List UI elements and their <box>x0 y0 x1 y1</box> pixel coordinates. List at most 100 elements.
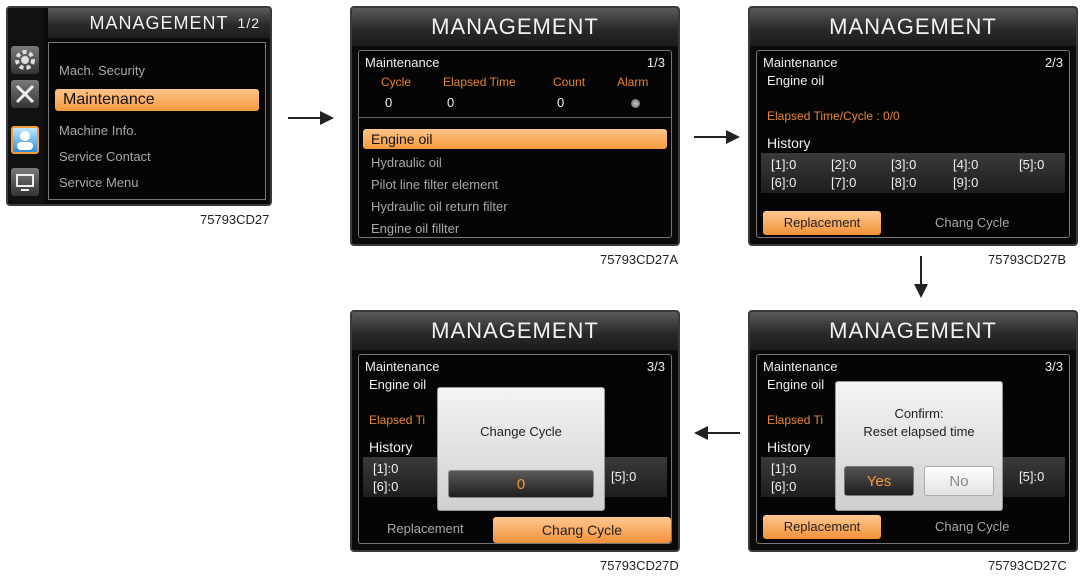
page-indicator: 1/2 <box>237 15 260 31</box>
history-8: [8]:0 <box>891 175 917 190</box>
arrow-down-icon <box>914 284 928 298</box>
detail-panel: Maintenance 3/3 Engine oil Elapsed Ti Hi… <box>358 354 672 544</box>
page-indicator: 2/3 <box>1044 55 1063 70</box>
arrow-right-icon <box>320 111 334 125</box>
replacement-button[interactable]: Replacement <box>387 521 464 536</box>
screen-change-cycle: MANAGEMENT Maintenance 3/3 Engine oil El… <box>350 310 680 552</box>
change-cycle-button[interactable]: Chang Cycle <box>493 517 671 543</box>
history-label: History <box>767 135 811 151</box>
tools-icon[interactable] <box>11 80 39 108</box>
page-indicator: 3/3 <box>646 359 665 374</box>
gear-icon[interactable] <box>11 46 39 74</box>
value-count: 0 <box>557 95 565 110</box>
list-item-hydraulic-oil[interactable]: Hydraulic oil <box>371 155 442 170</box>
page-title: MANAGEMENT <box>829 318 997 343</box>
page-indicator: 1/3 <box>646 55 665 70</box>
elapsed-cycle: Elapsed Ti <box>767 413 824 427</box>
history-label: History <box>369 439 413 455</box>
page-title: MANAGEMENT <box>431 14 599 39</box>
item-name: Engine oil <box>767 377 825 392</box>
history-6: [6]:0 <box>373 479 399 494</box>
replacement-button[interactable]: Replacement <box>763 211 881 235</box>
maintenance-panel: Maintenance 1/3 Cycle Elapsed Time Count… <box>358 50 672 238</box>
header-alarm: Alarm <box>617 75 649 89</box>
caption-s5: 75793CD27C <box>988 558 1067 573</box>
caption-s1: 75793CD27 <box>200 212 270 227</box>
monitor-icon[interactable] <box>11 168 39 196</box>
caption-s3: 75793CD27B <box>988 252 1067 267</box>
section-title: Maintenance <box>365 359 440 374</box>
menu-item-machine-info[interactable]: Machine Info. <box>59 123 137 138</box>
detail-panel: Maintenance 3/3 Engine oil Elapsed Ti Hi… <box>756 354 1070 544</box>
history-6: [6]:0 <box>771 175 797 190</box>
menu-item-maintenance[interactable]: Maintenance <box>55 89 259 111</box>
history-5: [5]:0 <box>1019 157 1045 172</box>
replacement-button[interactable]: Replacement <box>763 515 881 539</box>
page-title: MANAGEMENT <box>829 14 997 39</box>
section-title: Maintenance <box>763 359 838 374</box>
history-2: [2]:0 <box>831 157 857 172</box>
menu-item-mach-security[interactable]: Mach. Security <box>59 63 145 78</box>
history-1: [1]:0 <box>373 461 399 476</box>
history-6: [6]:0 <box>771 479 797 494</box>
yes-button[interactable]: Yes <box>844 466 914 496</box>
title-bar: MANAGEMENT <box>750 312 1076 350</box>
list-item-engine-oil-filter[interactable]: Engine oil fillter <box>371 221 459 236</box>
title-bar: MANAGEMENT <box>750 8 1076 46</box>
menu-panel: Mach. Security Maintenance Machine Info.… <box>48 42 266 200</box>
dialog-title: Change Cycle <box>480 424 562 439</box>
title-bar: MANAGEMENT <box>352 8 678 46</box>
history-1: [1]:0 <box>771 157 797 172</box>
confirm-line2: Reset elapsed time <box>863 424 975 439</box>
change-cycle-button[interactable]: Chang Cycle <box>935 519 1009 534</box>
detail-panel: Maintenance 2/3 Engine oil Elapsed Time/… <box>756 50 1070 238</box>
list-item-hydraulic-return-filter[interactable]: Hydraulic oil return filter <box>371 199 508 214</box>
section-title: Maintenance <box>763 55 838 70</box>
item-name: Engine oil <box>369 377 427 392</box>
section-title: Maintenance <box>365 55 440 70</box>
no-button[interactable]: No <box>924 466 994 496</box>
elapsed-cycle: Elapsed Ti <box>369 413 426 427</box>
user-icon[interactable] <box>11 126 39 154</box>
arrow-right-icon <box>726 130 740 144</box>
header-count: Count <box>553 75 586 89</box>
caption-s2: 75793CD27A <box>600 252 679 267</box>
flow-arrow-line <box>694 136 730 138</box>
title-bar: MANAGEMENT <box>352 312 678 350</box>
screen-confirm-reset: MANAGEMENT Maintenance 3/3 Engine oil El… <box>748 310 1078 552</box>
flow-arrow-line <box>920 256 922 286</box>
history-9: [9]:0 <box>953 175 979 190</box>
list-item-pilot-line-filter[interactable]: Pilot line filter element <box>371 177 498 192</box>
change-cycle-dialog: Change Cycle 0 <box>437 387 605 511</box>
history-3: [3]:0 <box>891 157 917 172</box>
item-name: Engine oil <box>767 73 825 88</box>
page-title: MANAGEMENT <box>431 318 599 343</box>
header-elapsed-time: Elapsed Time <box>443 75 516 89</box>
history-1: [1]:0 <box>771 461 797 476</box>
list-item-engine-oil[interactable]: Engine oil <box>363 129 667 149</box>
alarm-indicator-icon <box>631 99 640 108</box>
screen-engine-oil-detail: MANAGEMENT Maintenance 2/3 Engine oil El… <box>748 6 1078 246</box>
page-title: MANAGEMENT <box>89 13 229 33</box>
caption-s4: 75793CD27D <box>600 558 679 573</box>
value-elapsed-time: 0 <box>447 95 455 110</box>
screen-management-menu: MANAGEMENT 1/2 Mach. Security Maintenanc… <box>6 6 272 206</box>
page-indicator: 3/3 <box>1044 359 1063 374</box>
value-cycle: 0 <box>385 95 393 110</box>
header-cycle: Cycle <box>381 75 412 89</box>
divider <box>359 117 671 118</box>
flow-arrow-line <box>288 117 324 119</box>
confirm-line1: Confirm: <box>894 406 944 421</box>
sidebar <box>8 8 44 204</box>
menu-item-service-menu[interactable]: Service Menu <box>59 175 138 190</box>
history-5: [5]:0 <box>1019 469 1045 484</box>
history-label: History <box>767 439 811 455</box>
change-cycle-button[interactable]: Chang Cycle <box>935 215 1009 230</box>
screen-maintenance-list: MANAGEMENT Maintenance 1/3 Cycle Elapsed… <box>350 6 680 246</box>
title-bar: MANAGEMENT 1/2 <box>48 8 270 38</box>
cycle-value-input[interactable]: 0 <box>448 470 594 498</box>
flow-arrow-line <box>704 432 740 434</box>
history-5: [5]:0 <box>611 469 637 484</box>
history-7: [7]:0 <box>831 175 857 190</box>
menu-item-service-contact[interactable]: Service Contact <box>59 149 151 164</box>
